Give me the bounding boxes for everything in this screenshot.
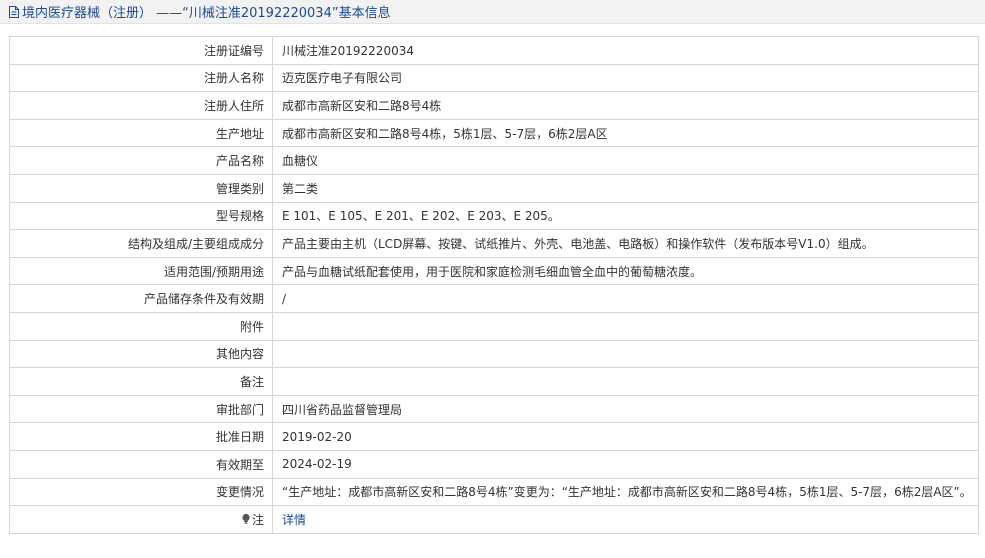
row-value: 成都市高新区安和二路8号4栋	[272, 91, 979, 120]
info-table-container: 注册证编号 川械注准20192220034 注册人名称 迈克医疗电子有限公司 注…	[9, 36, 979, 534]
table-row: 变更情况 “生产地址：成都市高新区安和二路8号4栋”变更为：“生产地址：成都市高…	[9, 477, 979, 507]
note-label-cell: 注	[9, 505, 273, 534]
table-row: 备注	[9, 367, 979, 396]
table-row: 生产地址 成都市高新区安和二路8号4栋，5栋1层、5-7层，6栋2层A区	[9, 118, 979, 148]
table-row: 产品储存条件及有效期 /	[9, 284, 979, 313]
table-row: 注册人住所 成都市高新区安和二路8号4栋	[9, 91, 979, 120]
row-value: 产品与血糖试纸配套使用，用于医院和家庭检测毛细血管全血中的葡萄糖浓度。	[272, 256, 979, 286]
table-row: 结构及组成/主要组成成分 产品主要由主机（LCD屏幕、按键、试纸推片、外壳、电池…	[9, 229, 979, 258]
row-label: 注册人住所	[9, 91, 273, 120]
page-title: 境内医疗器械（注册） ——“川械注准20192220034”基本信息	[22, 6, 391, 21]
info-table: 注册证编号 川械注准20192220034 注册人名称 迈克医疗电子有限公司 注…	[9, 36, 979, 534]
row-value: “生产地址：成都市高新区安和二路8号4栋”变更为：“生产地址：成都市高新区安和二…	[272, 477, 979, 507]
table-row: 其他内容	[9, 339, 979, 369]
details-link[interactable]: 详情	[282, 513, 306, 527]
table-row: 有效期至 2024-02-19	[9, 449, 979, 479]
row-value: 血糖仪	[272, 146, 979, 175]
row-label: 结构及组成/主要组成成分	[9, 229, 273, 258]
row-label: 审批部门	[9, 394, 273, 424]
page-header: 境内医疗器械（注册） ——“川械注准20192220034”基本信息	[0, 0, 985, 24]
document-icon	[9, 5, 19, 18]
row-label: 有效期至	[9, 449, 273, 479]
row-value: 第二类	[272, 173, 979, 203]
note-value-cell: 详情	[272, 505, 979, 534]
row-value: 成都市高新区安和二路8号4栋，5栋1层、5-7层，6栋2层A区	[272, 118, 979, 148]
row-value: 2024-02-19	[272, 449, 979, 479]
table-row: 注册人名称 迈克医疗电子有限公司	[9, 63, 979, 93]
row-label: 注册证编号	[9, 36, 273, 65]
note-row: 注 详情	[9, 505, 979, 534]
row-label: 批准日期	[9, 422, 273, 451]
row-value: 四川省药品监督管理局	[272, 394, 979, 424]
row-value: /	[272, 284, 979, 313]
table-row: 批准日期 2019-02-20	[9, 422, 979, 451]
row-value: E 101、E 105、E 201、E 202、E 203、E 205。	[272, 201, 979, 231]
table-row: 适用范围/预期用途 产品与血糖试纸配套使用，用于医院和家庭检测毛细血管全血中的葡…	[9, 256, 979, 286]
row-value	[272, 311, 979, 341]
row-value	[272, 339, 979, 369]
row-value: 迈克医疗电子有限公司	[272, 63, 979, 93]
row-label: 其他内容	[9, 339, 273, 369]
row-label: 注册人名称	[9, 63, 273, 93]
row-label: 变更情况	[9, 477, 273, 507]
row-label: 产品名称	[9, 146, 273, 175]
row-value	[272, 367, 979, 396]
table-row: 型号规格 E 101、E 105、E 201、E 202、E 203、E 205…	[9, 201, 979, 231]
row-label: 型号规格	[9, 201, 273, 231]
table-row: 审批部门 四川省药品监督管理局	[9, 394, 979, 424]
row-label: 备注	[9, 367, 273, 396]
row-label: 生产地址	[9, 118, 273, 148]
row-label: 产品储存条件及有效期	[9, 284, 273, 313]
row-value: 2019-02-20	[272, 422, 979, 451]
table-row: 管理类别 第二类	[9, 173, 979, 203]
row-value: 川械注准20192220034	[272, 36, 979, 65]
row-value: 产品主要由主机（LCD屏幕、按键、试纸推片、外壳、电池盖、电路板）和操作软件（发…	[272, 229, 979, 258]
table-row: 产品名称 血糖仪	[9, 146, 979, 175]
row-label: 适用范围/预期用途	[9, 256, 273, 286]
row-label: 附件	[9, 311, 273, 341]
note-label: 注	[251, 512, 264, 527]
table-row: 附件	[9, 311, 979, 341]
row-label: 管理类别	[9, 173, 273, 203]
lightbulb-icon	[242, 513, 250, 524]
table-row: 注册证编号 川械注准20192220034	[9, 36, 979, 65]
